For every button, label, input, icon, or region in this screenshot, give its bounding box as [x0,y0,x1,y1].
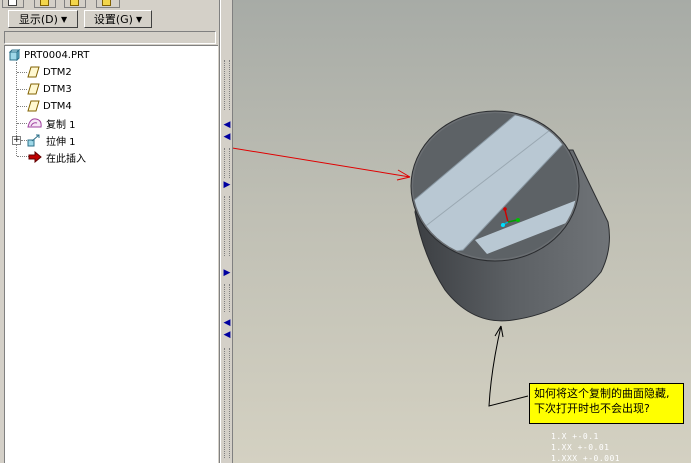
tree-expand-toggle[interactable]: + [12,136,21,145]
tree-connector [17,89,27,90]
tree-connector [17,106,27,107]
accuracy-line: 1.XXX +-0.001 [551,454,621,463]
settings-dropdown-icon: ▼ [135,14,143,24]
show-dropdown-icon: ▼ [60,14,68,24]
datum-plane-icon [27,66,40,78]
tree-item-label: DTM3 [43,83,72,95]
settings-menu-label: 设置(G) [93,13,133,26]
copy-surface-icon [27,117,43,129]
collapse-left-icon[interactable]: ◀ [223,120,231,130]
graphics-viewport[interactable]: 如何将这个复制的曲面隐藏,下次打开时也不会出现? 1.X +-0.1 1.XX … [233,0,691,463]
datum-plane-icon [27,83,40,95]
tab-folder-browser[interactable] [34,0,56,8]
model-tree: PRT0004.PRT DTM2 DTM3 DTM4 复制 1 + 拉伸 1 在… [4,45,218,463]
notepad-icon [102,0,111,6]
splitter-grip [224,196,230,256]
show-menu-label: 显示(D) [18,13,58,26]
annotation-arrow-black [488,325,529,407]
tab-history[interactable] [96,0,120,8]
tree-item-label: 拉伸 1 [46,136,76,148]
tree-toolbar: 显示(D) ▼ 设置(G) ▼ [0,8,220,30]
callout-text: 如何将这个复制的曲面隐藏,下次打开时也不会出现? [534,387,670,415]
tree-item-dtm3[interactable]: DTM3 [27,82,72,96]
collapse-left-icon[interactable]: ◀ [223,318,231,328]
expand-right-icon[interactable]: ▶ [223,268,231,278]
tree-item-dtm2[interactable]: DTM2 [27,65,72,79]
tree-item-copy-1[interactable]: 复制 1 [27,116,76,131]
tree-connector [17,123,27,124]
part-icon [8,48,21,62]
tree-item-dtm4[interactable]: DTM4 [27,99,72,113]
datum-plane-icon [27,100,40,112]
tree-connector [17,72,27,73]
panel-splitter[interactable]: ◀ ◀ ▶ ▶ ◀ ◀ [220,0,233,463]
collapse-left-icon[interactable]: ◀ [223,132,231,142]
model-tree-panel: 显示(D) ▼ 设置(G) ▼ PRT0004.PRT DTM2 DTM3 DT… [0,0,220,463]
splitter-grip [224,284,230,312]
show-menu-button[interactable]: 显示(D) ▼ [8,10,78,28]
splitter-grip [224,348,230,458]
extrude-icon [27,134,43,147]
splitter-grip [224,148,230,178]
settings-menu-button[interactable]: 设置(G) ▼ [84,10,152,28]
insert-here-arrow-icon [27,150,43,164]
tab-model-tree[interactable] [2,0,24,8]
expand-right-icon[interactable]: ▶ [223,180,231,190]
tree-item-label: DTM2 [43,66,72,78]
tree-item-label: PRT0004.PRT [24,49,90,61]
collapse-left-icon[interactable]: ◀ [223,330,231,340]
folder-icon [40,0,49,6]
tree-item-insert-here[interactable]: 在此插入 [27,150,86,165]
tree-item-label: DTM4 [43,100,72,112]
tree-item-label: 复制 1 [46,119,76,131]
tree-item-label: 在此插入 [46,153,86,165]
folder-open-icon [70,0,79,6]
model-tree-tab-icon [8,0,17,6]
tree-filter-field[interactable] [4,31,216,44]
splitter-grip [224,60,230,110]
accuracy-line: 1.X +-0.1 [551,432,599,441]
accuracy-line: 1.XX +-0.01 [551,443,610,452]
tab-favorites[interactable] [64,0,86,8]
annotation-arrow-red [233,147,411,181]
question-callout: 如何将这个复制的曲面隐藏,下次打开时也不会出现? [529,383,684,424]
tree-item-extrude-1[interactable]: 拉伸 1 [27,133,76,148]
tree-item-root[interactable]: PRT0004.PRT [8,48,89,62]
navigator-tabs [0,0,220,8]
